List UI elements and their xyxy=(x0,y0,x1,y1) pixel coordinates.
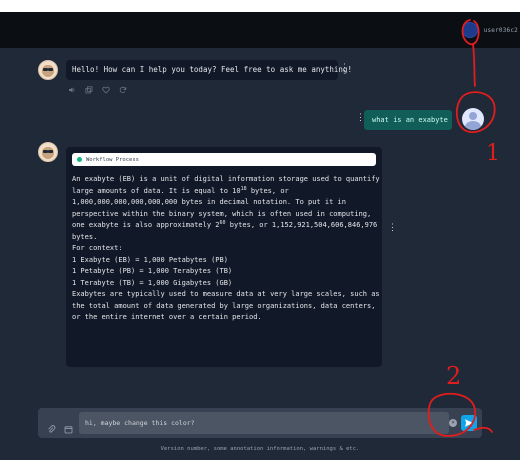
user-avatar-small[interactable] xyxy=(461,22,478,38)
calendar-icon[interactable] xyxy=(64,419,73,434)
answer-line: 1,000,000,000,000,000,000 bytes in decim… xyxy=(72,198,346,206)
bot-avatar xyxy=(38,142,58,162)
message-menu-icon[interactable]: ⋮ xyxy=(340,64,349,73)
regenerate-icon[interactable] xyxy=(119,86,127,94)
footer-note: Version number, some annotation informat… xyxy=(160,446,360,452)
workflow-label: Workflow Process xyxy=(86,156,139,163)
chat-thread: Hello! How can I help you today? Feel fr… xyxy=(0,48,520,418)
greeting-message: Hello! How can I help you today? Feel fr… xyxy=(66,60,352,80)
user-message: what is an exabyte xyxy=(364,110,452,130)
answer-line: perspective within the binary system, wh… xyxy=(72,209,372,218)
message-input[interactable] xyxy=(79,412,449,434)
composer: × xyxy=(38,408,482,438)
check-icon xyxy=(77,157,82,162)
send-button[interactable] xyxy=(461,415,477,431)
username: user036c2 xyxy=(483,26,518,34)
answer-line: 1 Exabyte (EB) = 1,000 Petabytes (PB) xyxy=(72,255,228,264)
answer-line: or the entire internet over a certain pe… xyxy=(72,313,262,321)
top-strip xyxy=(0,0,520,12)
send-icon xyxy=(465,419,474,427)
answer-menu-icon[interactable]: ⋮ xyxy=(388,224,397,233)
attach-icon[interactable] xyxy=(47,419,56,433)
user-menu[interactable]: user036c2 xyxy=(461,18,520,42)
answer-line: Exabytes are typically used to measure d… xyxy=(72,290,380,298)
answer-line: For context: xyxy=(72,244,123,252)
like-icon[interactable] xyxy=(102,86,110,94)
bot-avatar xyxy=(38,60,58,80)
answer-line: one exabyte is also approximately 260 by… xyxy=(72,220,378,230)
workflow-process-badge[interactable]: Workflow Process xyxy=(72,153,376,166)
answer-line: bytes. xyxy=(72,232,98,241)
speaker-icon[interactable] xyxy=(68,86,76,94)
user-avatar xyxy=(462,108,484,130)
app-header: user036c2 xyxy=(0,12,520,48)
answer-line: the total amount of data generated by la… xyxy=(72,301,376,310)
answer-line: 1 Petabyte (PB) = 1,000 Terabytes (TB) xyxy=(72,267,233,275)
copy-icon[interactable] xyxy=(85,86,93,94)
answer-line: 1 Terabyte (TB) = 1,000 Gigabytes (GB) xyxy=(72,278,233,287)
answer-message: Workflow Process An exabyte (EB) is a un… xyxy=(66,147,382,367)
answer-line: An exabyte (EB) is a unit of digital inf… xyxy=(72,175,380,183)
message-actions xyxy=(68,86,127,94)
clear-input-button[interactable]: × xyxy=(449,419,457,427)
answer-line: large amounts of data. It is equal to 10… xyxy=(72,185,289,195)
